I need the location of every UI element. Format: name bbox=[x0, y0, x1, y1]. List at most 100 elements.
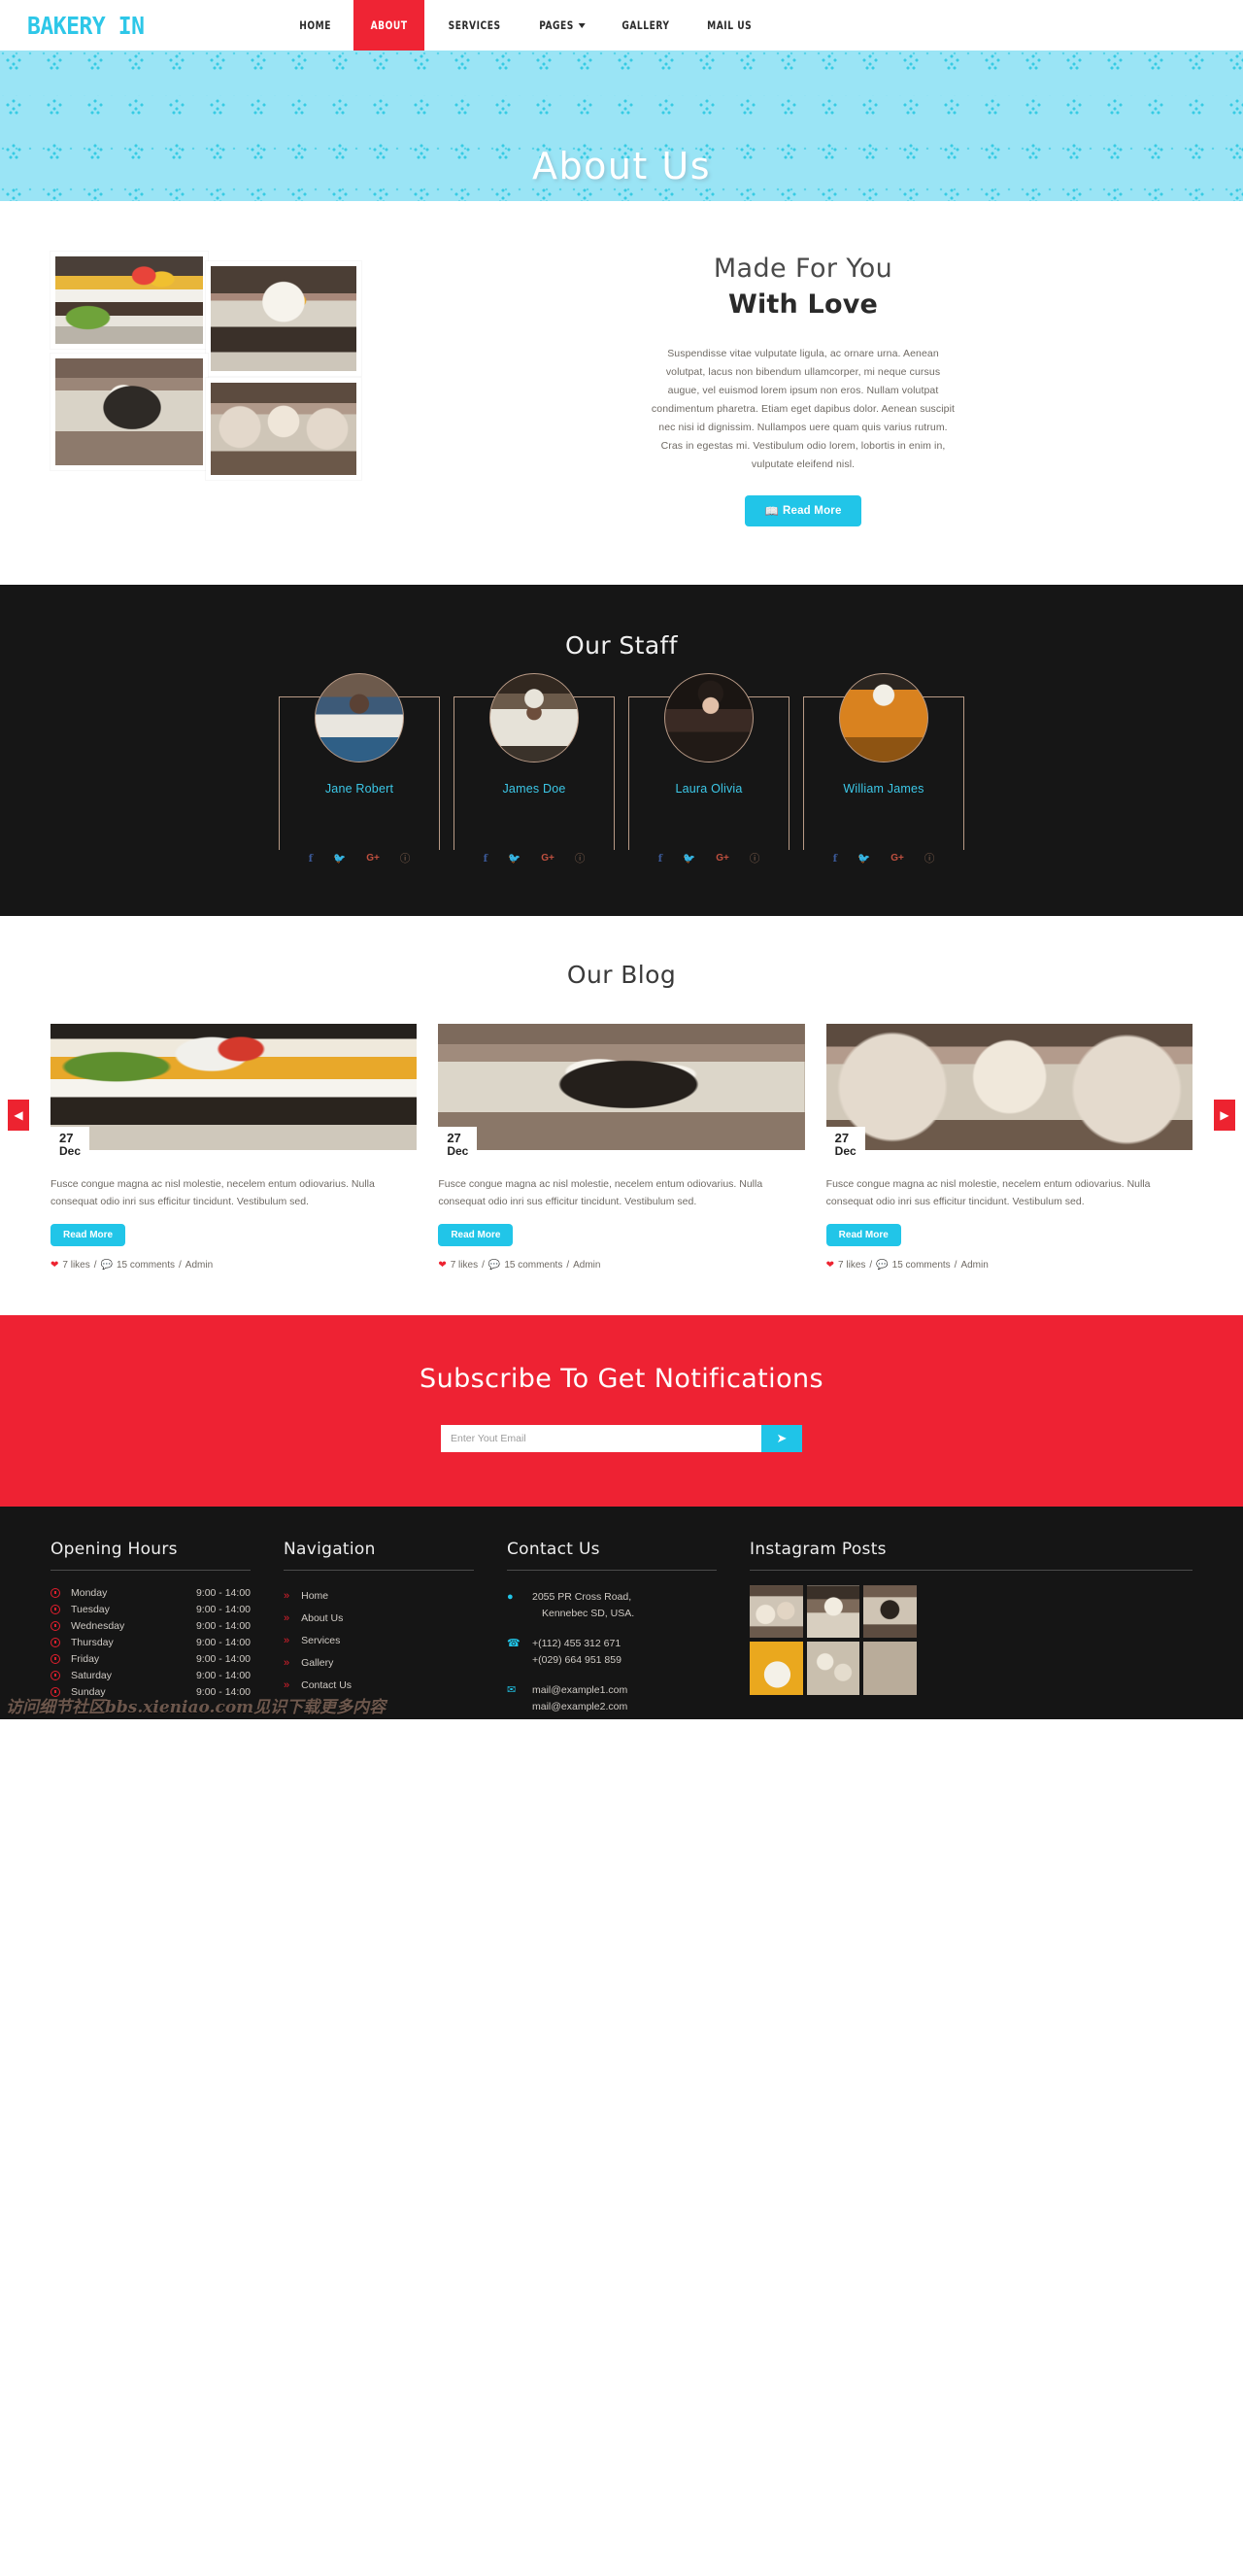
clock-icon bbox=[50, 1687, 60, 1698]
meta-separator: / bbox=[482, 1259, 485, 1271]
blog-post-meta: ❤ 7 likes / 💬 15 comments / Admin bbox=[438, 1260, 804, 1271]
twitter-icon[interactable]: 🐦 bbox=[508, 854, 521, 864]
blog-thumbnail[interactable]: 27 Dec bbox=[825, 1023, 1193, 1164]
nav-item-services[interactable]: SERVICES bbox=[435, 0, 515, 51]
twitter-icon[interactable]: 🐦 bbox=[857, 854, 870, 864]
blog-post-card: 27 Dec Fusce congue magna ac nisl molest… bbox=[50, 1023, 418, 1271]
blog-post-card: 27 Dec Fusce congue magna ac nisl molest… bbox=[825, 1023, 1193, 1271]
dark-cake-post[interactable] bbox=[863, 1585, 917, 1639]
footer-nav-label: Contact Us bbox=[301, 1679, 353, 1692]
blog-thumbnail[interactable]: 27 Dec bbox=[50, 1023, 418, 1164]
muffins-post[interactable] bbox=[806, 1642, 860, 1695]
blog-thumbnail[interactable]: 27 Dec bbox=[438, 1023, 805, 1164]
cupcakes-post[interactable] bbox=[750, 1585, 803, 1639]
blog-post-comments: 15 comments bbox=[116, 1259, 176, 1271]
dark-cake-with-fork-photo bbox=[50, 354, 208, 470]
staff-card[interactable]: William James f 🐦 G+ ⓘ bbox=[803, 672, 964, 868]
footer-column-navigation: Navigation » Home » About Us » Services … bbox=[284, 1540, 474, 1719]
dribbble-icon[interactable]: ⓘ bbox=[400, 854, 411, 864]
brand-logo[interactable]: BAKERY IN bbox=[27, 0, 145, 51]
blog-post-excerpt: Fusce congue magna ac nisl molestie, nec… bbox=[438, 1177, 763, 1207]
hero-banner: About Us bbox=[0, 51, 1243, 201]
blog-post-comments: 15 comments bbox=[504, 1259, 563, 1271]
blog-section-title: Our Blog bbox=[566, 960, 677, 989]
nav-item-gallery[interactable]: GALLERY bbox=[608, 0, 683, 51]
staff-card[interactable]: Jane Robert f 🐦 G+ ⓘ bbox=[279, 672, 440, 868]
google-plus-icon[interactable]: G+ bbox=[541, 854, 554, 864]
nav-item-pages-label: PAGES bbox=[538, 18, 574, 32]
blog-post-day: 27 bbox=[59, 1131, 74, 1146]
blog-read-more-button[interactable]: Read More bbox=[50, 1223, 126, 1246]
google-plus-icon[interactable]: G+ bbox=[890, 854, 904, 864]
footer-nav-item-gallery[interactable]: » Gallery bbox=[284, 1652, 474, 1675]
yellow-plate-cake-post[interactable] bbox=[750, 1642, 803, 1695]
about-paragraph: Suspendisse vitae vulputate ligula, ac o… bbox=[651, 347, 956, 470]
blog-next-arrow-icon[interactable]: ▶ bbox=[1214, 1100, 1235, 1132]
opening-hours-row: Thursday 9:00 - 14:00 bbox=[50, 1635, 251, 1651]
chevron-right-icon: » bbox=[284, 1635, 290, 1647]
blog-read-more-button[interactable]: Read More bbox=[438, 1223, 514, 1246]
footer-navigation-title: Navigation bbox=[284, 1539, 376, 1559]
blog-post-day: 27 bbox=[447, 1131, 461, 1146]
day-label: Sunday bbox=[71, 1686, 106, 1699]
facebook-icon[interactable]: f bbox=[833, 854, 838, 864]
facebook-icon[interactable]: f bbox=[484, 854, 488, 864]
email-2[interactable]: mail@example2.com bbox=[532, 1701, 627, 1712]
google-plus-icon[interactable]: G+ bbox=[716, 854, 729, 864]
day-label: Wednesday bbox=[71, 1620, 125, 1633]
blog-read-more-button[interactable]: Read More bbox=[825, 1223, 901, 1246]
footer-nav-item-home[interactable]: » Home bbox=[284, 1585, 474, 1608]
day-label: Thursday bbox=[71, 1637, 114, 1649]
nav-item-mail-us[interactable]: MAIL US bbox=[693, 0, 765, 51]
avatar bbox=[315, 672, 404, 763]
meta-separator: / bbox=[179, 1259, 182, 1271]
comment-bubble-icon: 💬 bbox=[876, 1259, 889, 1271]
about-read-more-button[interactable]: 📖 Read More bbox=[745, 494, 861, 526]
nav-item-about[interactable]: ABOUT bbox=[353, 0, 425, 51]
dribbble-icon[interactable]: ⓘ bbox=[750, 854, 760, 864]
footer-nav-item-services[interactable]: » Services bbox=[284, 1630, 474, 1652]
footer-nav-item-contact-us[interactable]: » Contact Us bbox=[284, 1675, 474, 1697]
staff-card[interactable]: James Doe f 🐦 G+ ⓘ bbox=[454, 672, 615, 868]
blog-prev-arrow-icon[interactable]: ◀ bbox=[8, 1100, 29, 1132]
facebook-icon[interactable]: f bbox=[309, 854, 314, 864]
day-label: Tuesday bbox=[71, 1604, 110, 1616]
time-value: 9:00 - 14:00 bbox=[195, 1587, 251, 1600]
blog-post-author[interactable]: Admin bbox=[960, 1260, 988, 1271]
cupcakes-tray-photo bbox=[206, 378, 361, 480]
opening-hours-title: Opening Hours bbox=[50, 1539, 178, 1559]
footer-nav-item-about-us[interactable]: » About Us bbox=[284, 1608, 474, 1630]
cupcake-closeup-post[interactable] bbox=[806, 1585, 860, 1639]
blog-post-date: 27 Dec bbox=[438, 1127, 478, 1164]
blog-post-day: 27 bbox=[834, 1131, 850, 1146]
heart-icon: ❤ bbox=[825, 1259, 835, 1271]
map-pin-icon: ● bbox=[507, 1590, 514, 1603]
blog-post-author[interactable]: Admin bbox=[185, 1260, 213, 1271]
instagram-grid bbox=[750, 1585, 917, 1695]
about-heading-line1: Made For You bbox=[713, 254, 893, 284]
dribbble-icon[interactable]: ⓘ bbox=[575, 854, 586, 864]
time-value: 9:00 - 14:00 bbox=[195, 1637, 251, 1649]
staff-social-links: f 🐦 G+ ⓘ bbox=[803, 850, 964, 868]
google-plus-icon[interactable]: G+ bbox=[366, 854, 380, 864]
main-navigation: HOME ABOUT SERVICES PAGES GALLERY MAIL U… bbox=[282, 0, 770, 51]
phone-icon: ☎ bbox=[507, 1637, 521, 1649]
staff-card[interactable]: Laura Olivia f 🐦 G+ ⓘ bbox=[628, 672, 789, 868]
blog-section: Our Blog ◀ ▶ 27 Dec Fusce congue magna a… bbox=[0, 915, 1243, 1315]
nav-item-pages[interactable]: PAGES bbox=[525, 0, 598, 51]
subscribe-submit-button[interactable]: ➤ bbox=[761, 1424, 802, 1452]
twitter-icon[interactable]: 🐦 bbox=[683, 854, 695, 864]
email-input[interactable] bbox=[441, 1424, 761, 1452]
staff-section-title: Our Staff bbox=[565, 630, 678, 660]
email-1[interactable]: mail@example1.com bbox=[532, 1684, 627, 1696]
divider bbox=[284, 1569, 474, 1571]
dribbble-icon[interactable]: ⓘ bbox=[924, 854, 935, 864]
twitter-icon[interactable]: 🐦 bbox=[333, 854, 346, 864]
bread-rolls-post[interactable] bbox=[863, 1642, 917, 1695]
nav-item-home[interactable]: HOME bbox=[286, 0, 345, 51]
blog-post-author[interactable]: Admin bbox=[573, 1260, 600, 1271]
footer-column-contact: Contact Us ● 2055 PR Cross Road, Kennebe… bbox=[507, 1540, 717, 1719]
site-header: BAKERY IN HOME ABOUT SERVICES PAGES GALL… bbox=[0, 0, 1243, 51]
meta-separator: / bbox=[869, 1259, 873, 1271]
facebook-icon[interactable]: f bbox=[658, 854, 663, 864]
